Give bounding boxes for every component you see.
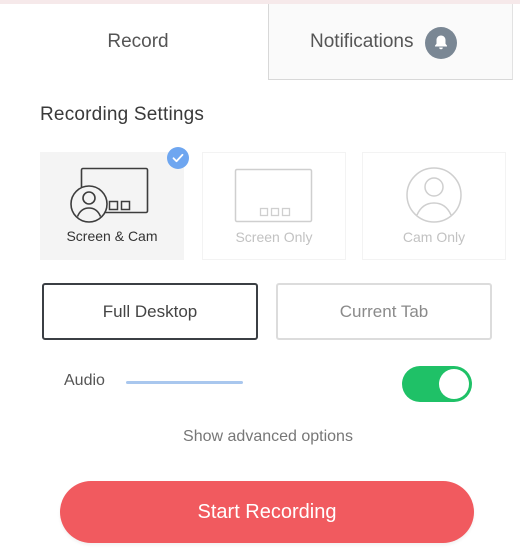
cam-only-icon: [363, 167, 505, 227]
mode-screen-only-label: Screen Only: [235, 229, 313, 245]
current-tab-button[interactable]: Current Tab: [276, 283, 492, 340]
mode-screen-cam[interactable]: Screen & Cam: [40, 152, 184, 260]
current-tab-label: Current Tab: [339, 301, 429, 321]
tab-notifications[interactable]: Notifications: [268, 4, 513, 80]
audio-level-meter: [126, 381, 243, 384]
tab-record-label: Record: [107, 31, 169, 52]
mode-cam-only[interactable]: Cam Only: [362, 152, 506, 260]
recorder-panel: Record Notifications Recording Settings …: [0, 0, 520, 560]
start-recording-button[interactable]: Start Recording: [60, 481, 474, 543]
bell-icon: [424, 26, 457, 59]
section-title: Recording Settings: [40, 104, 205, 125]
audio-toggle[interactable]: [402, 366, 472, 402]
start-recording-label: Start Recording: [197, 500, 337, 523]
tab-notifications-label: Notifications: [310, 30, 414, 52]
audio-label: Audio: [64, 372, 105, 389]
audio-toggle-knob: [439, 369, 469, 399]
screen-cam-icon: [40, 166, 184, 226]
show-advanced-options-link[interactable]: Show advanced options: [0, 428, 520, 446]
check-icon: [167, 147, 189, 169]
mode-cam-only-label: Cam Only: [402, 229, 466, 245]
screen-only-icon: [203, 167, 345, 227]
full-desktop-button[interactable]: Full Desktop: [42, 283, 258, 340]
mode-screen-only[interactable]: Screen Only: [202, 152, 346, 260]
tab-record[interactable]: Record: [8, 4, 268, 80]
full-desktop-label: Full Desktop: [102, 301, 198, 321]
mode-screen-cam-label: Screen & Cam: [66, 228, 158, 244]
